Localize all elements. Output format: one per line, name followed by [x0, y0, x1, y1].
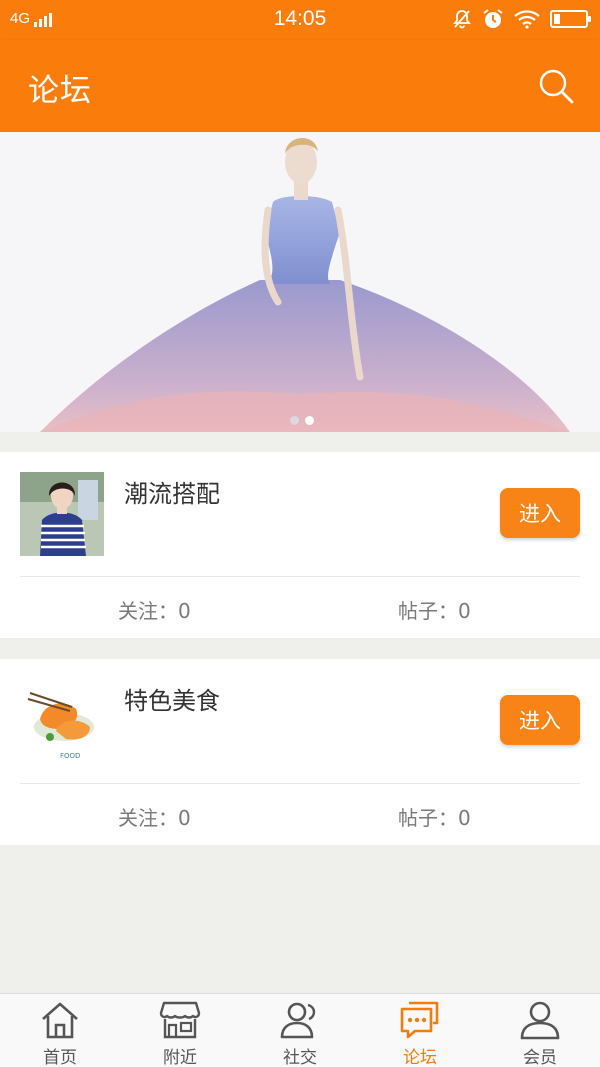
- tab-member[interactable]: 会员: [480, 994, 600, 1067]
- woman-striped-shirt-image: [20, 472, 104, 556]
- forum-name: 特色美食: [124, 687, 220, 715]
- posts-stat: 帖子：0: [398, 595, 471, 624]
- tab-label: 附近: [163, 1048, 197, 1067]
- home-icon: [42, 1002, 78, 1039]
- posts-label: 帖子：: [398, 806, 458, 830]
- tab-label: 会员: [523, 1048, 557, 1067]
- posts-count: 0: [458, 806, 471, 830]
- status-bar: 4G 14:05: [0, 0, 600, 40]
- posts-label: 帖子：: [398, 599, 458, 623]
- banner-image: [0, 132, 600, 432]
- search-icon[interactable]: [536, 66, 576, 106]
- tab-label: 首页: [43, 1048, 77, 1067]
- divider: [20, 576, 580, 577]
- page-title: 论坛: [28, 73, 92, 109]
- posts-stat: 帖子：0: [398, 802, 471, 831]
- shop-icon: [159, 1001, 201, 1039]
- tab-forum[interactable]: 论坛: [360, 994, 480, 1067]
- chat-icon: [400, 1001, 439, 1039]
- follow-stat: 关注：0: [118, 595, 191, 624]
- carousel-dot-1[interactable]: [290, 416, 299, 425]
- forum-thumbnail: [20, 472, 104, 556]
- enter-button[interactable]: 进入: [500, 488, 580, 538]
- notifications-off-icon: [453, 10, 471, 29]
- forum-thumbnail: FOOD: [20, 679, 104, 763]
- tab-label: 社交: [283, 1048, 317, 1067]
- enter-button[interactable]: 进入: [500, 695, 580, 745]
- follow-count: 0: [178, 806, 191, 830]
- app-bar: 论坛: [0, 40, 600, 132]
- alarm-icon: [483, 9, 503, 28]
- bottom-tab-bar: 首页 附近 社交 论坛 会员: [0, 993, 600, 1067]
- posts-count: 0: [458, 599, 471, 623]
- forum-name: 潮流搭配: [124, 480, 220, 508]
- carousel-dot-2[interactable]: [305, 416, 314, 425]
- tab-social[interactable]: 社交: [240, 994, 360, 1067]
- divider: [20, 783, 580, 784]
- friends-icon: [280, 1002, 316, 1039]
- follow-label: 关注：: [118, 599, 178, 623]
- svg-text:FOOD: FOOD: [60, 752, 80, 760]
- battery-icon: [550, 10, 591, 28]
- wifi-icon: [514, 10, 540, 29]
- follow-stat: 关注：0: [118, 802, 191, 831]
- tab-nearby[interactable]: 附近: [120, 994, 240, 1067]
- follow-label: 关注：: [118, 806, 178, 830]
- food-shrimp-image: FOOD: [20, 679, 104, 763]
- user-icon: [520, 1001, 560, 1040]
- tab-label: 论坛: [403, 1048, 437, 1067]
- tab-home[interactable]: 首页: [0, 994, 120, 1067]
- follow-count: 0: [178, 599, 191, 623]
- screen: 4G 14:05 论坛 潮流搭配 进入 关注：0 帖子：0 FOOD 特色美食 …: [0, 0, 600, 1067]
- status-icons: [452, 8, 591, 30]
- banner-carousel[interactable]: [0, 132, 600, 432]
- forum-card-food[interactable]: FOOD 特色美食 进入 关注：0 帖子：0: [0, 659, 600, 845]
- forum-card-fashion[interactable]: 潮流搭配 进入 关注：0 帖子：0: [0, 452, 600, 638]
